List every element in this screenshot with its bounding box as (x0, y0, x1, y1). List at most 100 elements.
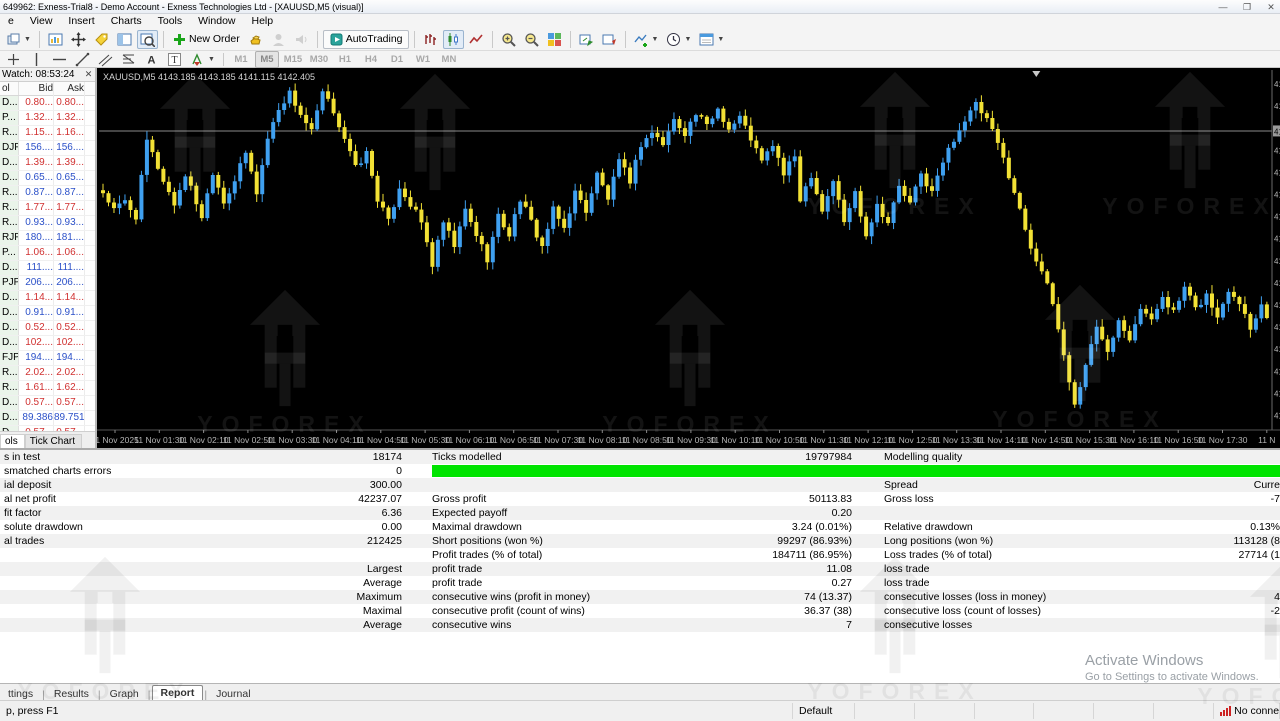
tester-tab-report[interactable]: Report (151, 685, 204, 701)
ask-cell: 206.... (54, 276, 85, 290)
market-watch-row[interactable]: R... 1.77... 1.77... (0, 201, 95, 216)
toolbar-separator (491, 30, 493, 48)
depth-of-market-icon[interactable] (245, 30, 266, 49)
new-chart-icon[interactable] (45, 30, 66, 49)
symbol-cell: R... (0, 201, 19, 215)
text-label-icon[interactable]: T (164, 52, 185, 67)
svg-text:11 Nov 07:30: 11 Nov 07:30 (533, 435, 583, 445)
text-icon[interactable]: A (141, 52, 162, 67)
tester-tab-journal[interactable]: Journal (208, 687, 258, 701)
equidistant-channel-icon[interactable] (95, 52, 116, 67)
market-watch-row[interactable]: D...0.57...0.57... (0, 396, 95, 411)
zoom-out-icon[interactable] (521, 30, 542, 49)
svg-text:41: 41 (1274, 102, 1280, 111)
horizontal-line-icon[interactable] (49, 52, 70, 67)
new-order-button[interactable]: New Order (169, 30, 243, 49)
market-watch-row[interactable]: D... 102.... 102.... (0, 336, 95, 351)
restore-button[interactable]: ❐ (1240, 1, 1254, 13)
timeframe-m15-button[interactable]: M15 (281, 51, 305, 68)
timeframe-w1-button[interactable]: W1 (411, 51, 435, 68)
market-watch-row[interactable]: D... 111.... 111.... (0, 261, 95, 276)
accounts-icon[interactable] (268, 30, 289, 49)
terminal-panel-icon[interactable] (599, 30, 620, 49)
timeframe-m1-button[interactable]: M1 (229, 51, 253, 68)
zoom-in-icon[interactable] (498, 30, 519, 49)
tile-windows-icon (547, 32, 562, 47)
menu-item-view[interactable]: View (22, 14, 61, 28)
close-button[interactable]: ✕ (1264, 1, 1278, 13)
market-watch-row[interactable]: P... 1.32... 1.32... (0, 111, 95, 126)
market-watch-row[interactable]: FJPY194....194.... (0, 351, 95, 366)
menu-item-charts[interactable]: Charts (103, 14, 150, 28)
chart-area[interactable]: 41 41 41 41 41 41 41 41 41 41 41 41 41 41 41 41 11 Nov 2… (97, 68, 1280, 448)
market-watch-row[interactable]: D... 0.80... 0.80... (0, 96, 95, 111)
market-watch-row[interactable]: D... 0.52... 0.52... (0, 321, 95, 336)
arrow-objects-icon (190, 52, 205, 67)
arrow-objects-dropdown-icon[interactable]: ▼ (208, 56, 215, 63)
profiles-icon[interactable]: ▼ (3, 30, 34, 49)
timeframe-h1-button[interactable]: H1 (333, 51, 357, 68)
report-l3: Relative drawdown (884, 521, 973, 533)
timeframe-m5-button[interactable]: M5 (254, 50, 279, 68)
market-watch-row[interactable]: P... 1.06... 1.06... (0, 246, 95, 261)
templates-icon (699, 32, 714, 47)
market-watch-row[interactable]: D... 89.386 89.751 (0, 411, 95, 426)
line-chart-mode-icon[interactable] (466, 30, 487, 49)
templates-dropdown-icon[interactable]: ▼ (717, 36, 724, 43)
market-watch-row[interactable]: DJPY156....156.... (0, 141, 95, 156)
menu-item-e[interactable]: e (0, 14, 22, 28)
profiles-dropdown-icon[interactable]: ▼ (24, 36, 31, 43)
market-watch-tab-tick-chart[interactable]: Tick Chart (24, 434, 82, 448)
market-watch-tab-ols[interactable]: ols (0, 434, 25, 448)
status-connection[interactable]: No conne (1214, 703, 1280, 719)
crosshair-icon[interactable] (3, 52, 24, 67)
trendline-icon[interactable] (72, 52, 93, 67)
cursor-move-icon[interactable] (68, 30, 89, 49)
close-icon[interactable]: ✕ (83, 68, 94, 80)
indicators-icon[interactable]: ▼ (631, 30, 662, 49)
menu-item-help[interactable]: Help (244, 14, 282, 28)
periods-icon[interactable]: ▼ (663, 30, 694, 49)
vertical-line-icon[interactable] (26, 52, 47, 67)
timeframe-h4-button[interactable]: H4 (359, 51, 383, 68)
market-watch-row[interactable]: RJPY180....181.... (0, 231, 95, 246)
indicators-dropdown-icon[interactable]: ▼ (652, 36, 659, 43)
templates-icon[interactable]: ▼ (696, 30, 727, 49)
market-watch-row[interactable]: R... 1.15... 1.16... (0, 126, 95, 141)
tester-tab-graph[interactable]: Graph (102, 687, 147, 701)
fibonacci-retracement-icon[interactable] (118, 52, 139, 67)
menu-item-window[interactable]: Window (190, 14, 243, 28)
market-watch-row[interactable]: D... 1.14... 1.14... (0, 291, 95, 306)
market-watch-row[interactable]: PJPY206....206.... (0, 276, 95, 291)
market-watch-toggle-icon[interactable] (114, 30, 135, 49)
menu-item-insert[interactable]: Insert (60, 14, 102, 28)
periods-dropdown-icon[interactable]: ▼ (684, 36, 691, 43)
menu-item-tools[interactable]: Tools (150, 14, 191, 28)
bid-cell: 111.... (20, 261, 54, 275)
arrow-objects-icon[interactable]: ▼ (187, 52, 218, 67)
notifications-icon[interactable] (291, 30, 312, 49)
svg-text:11 Nov 14:50: 11 Nov 14:50 (1020, 435, 1070, 445)
market-watch-row[interactable]: R... 0.93... 0.93... (0, 216, 95, 231)
timeframe-m30-button[interactable]: M30 (307, 51, 331, 68)
minimize-button[interactable]: — (1216, 1, 1230, 13)
timeframe-mn-button[interactable]: MN (437, 51, 461, 68)
new-template-icon[interactable] (91, 30, 112, 49)
strategy-tester-icon[interactable] (576, 30, 597, 49)
autotrading-button[interactable]: AutoTrading (322, 29, 409, 49)
svg-text:41: 41 (1274, 146, 1280, 155)
bar-chart-mode-icon[interactable] (420, 30, 441, 49)
data-window-icon[interactable] (136, 29, 158, 49)
market-watch-row[interactable]: D... 0.91... 0.91... (0, 306, 95, 321)
ask-cell: 1.32... (54, 111, 85, 125)
timeframe-d1-button[interactable]: D1 (385, 51, 409, 68)
market-watch-row[interactable]: D... 1.39... 1.39... (0, 156, 95, 171)
market-watch-row[interactable]: R... 0.87... 0.87... (0, 186, 95, 201)
market-watch-row[interactable]: D... 0.65... 0.65... (0, 171, 95, 186)
market-watch-row[interactable]: R... 2.02... 2.02... (0, 366, 95, 381)
tile-windows-icon[interactable] (544, 30, 565, 49)
candlestick-mode-icon[interactable] (442, 29, 464, 49)
market-watch-row[interactable]: R... 1.61... 1.62... (0, 381, 95, 396)
tester-tab-results[interactable]: Results (46, 687, 97, 701)
tester-tab-ttings[interactable]: ttings (0, 687, 41, 701)
